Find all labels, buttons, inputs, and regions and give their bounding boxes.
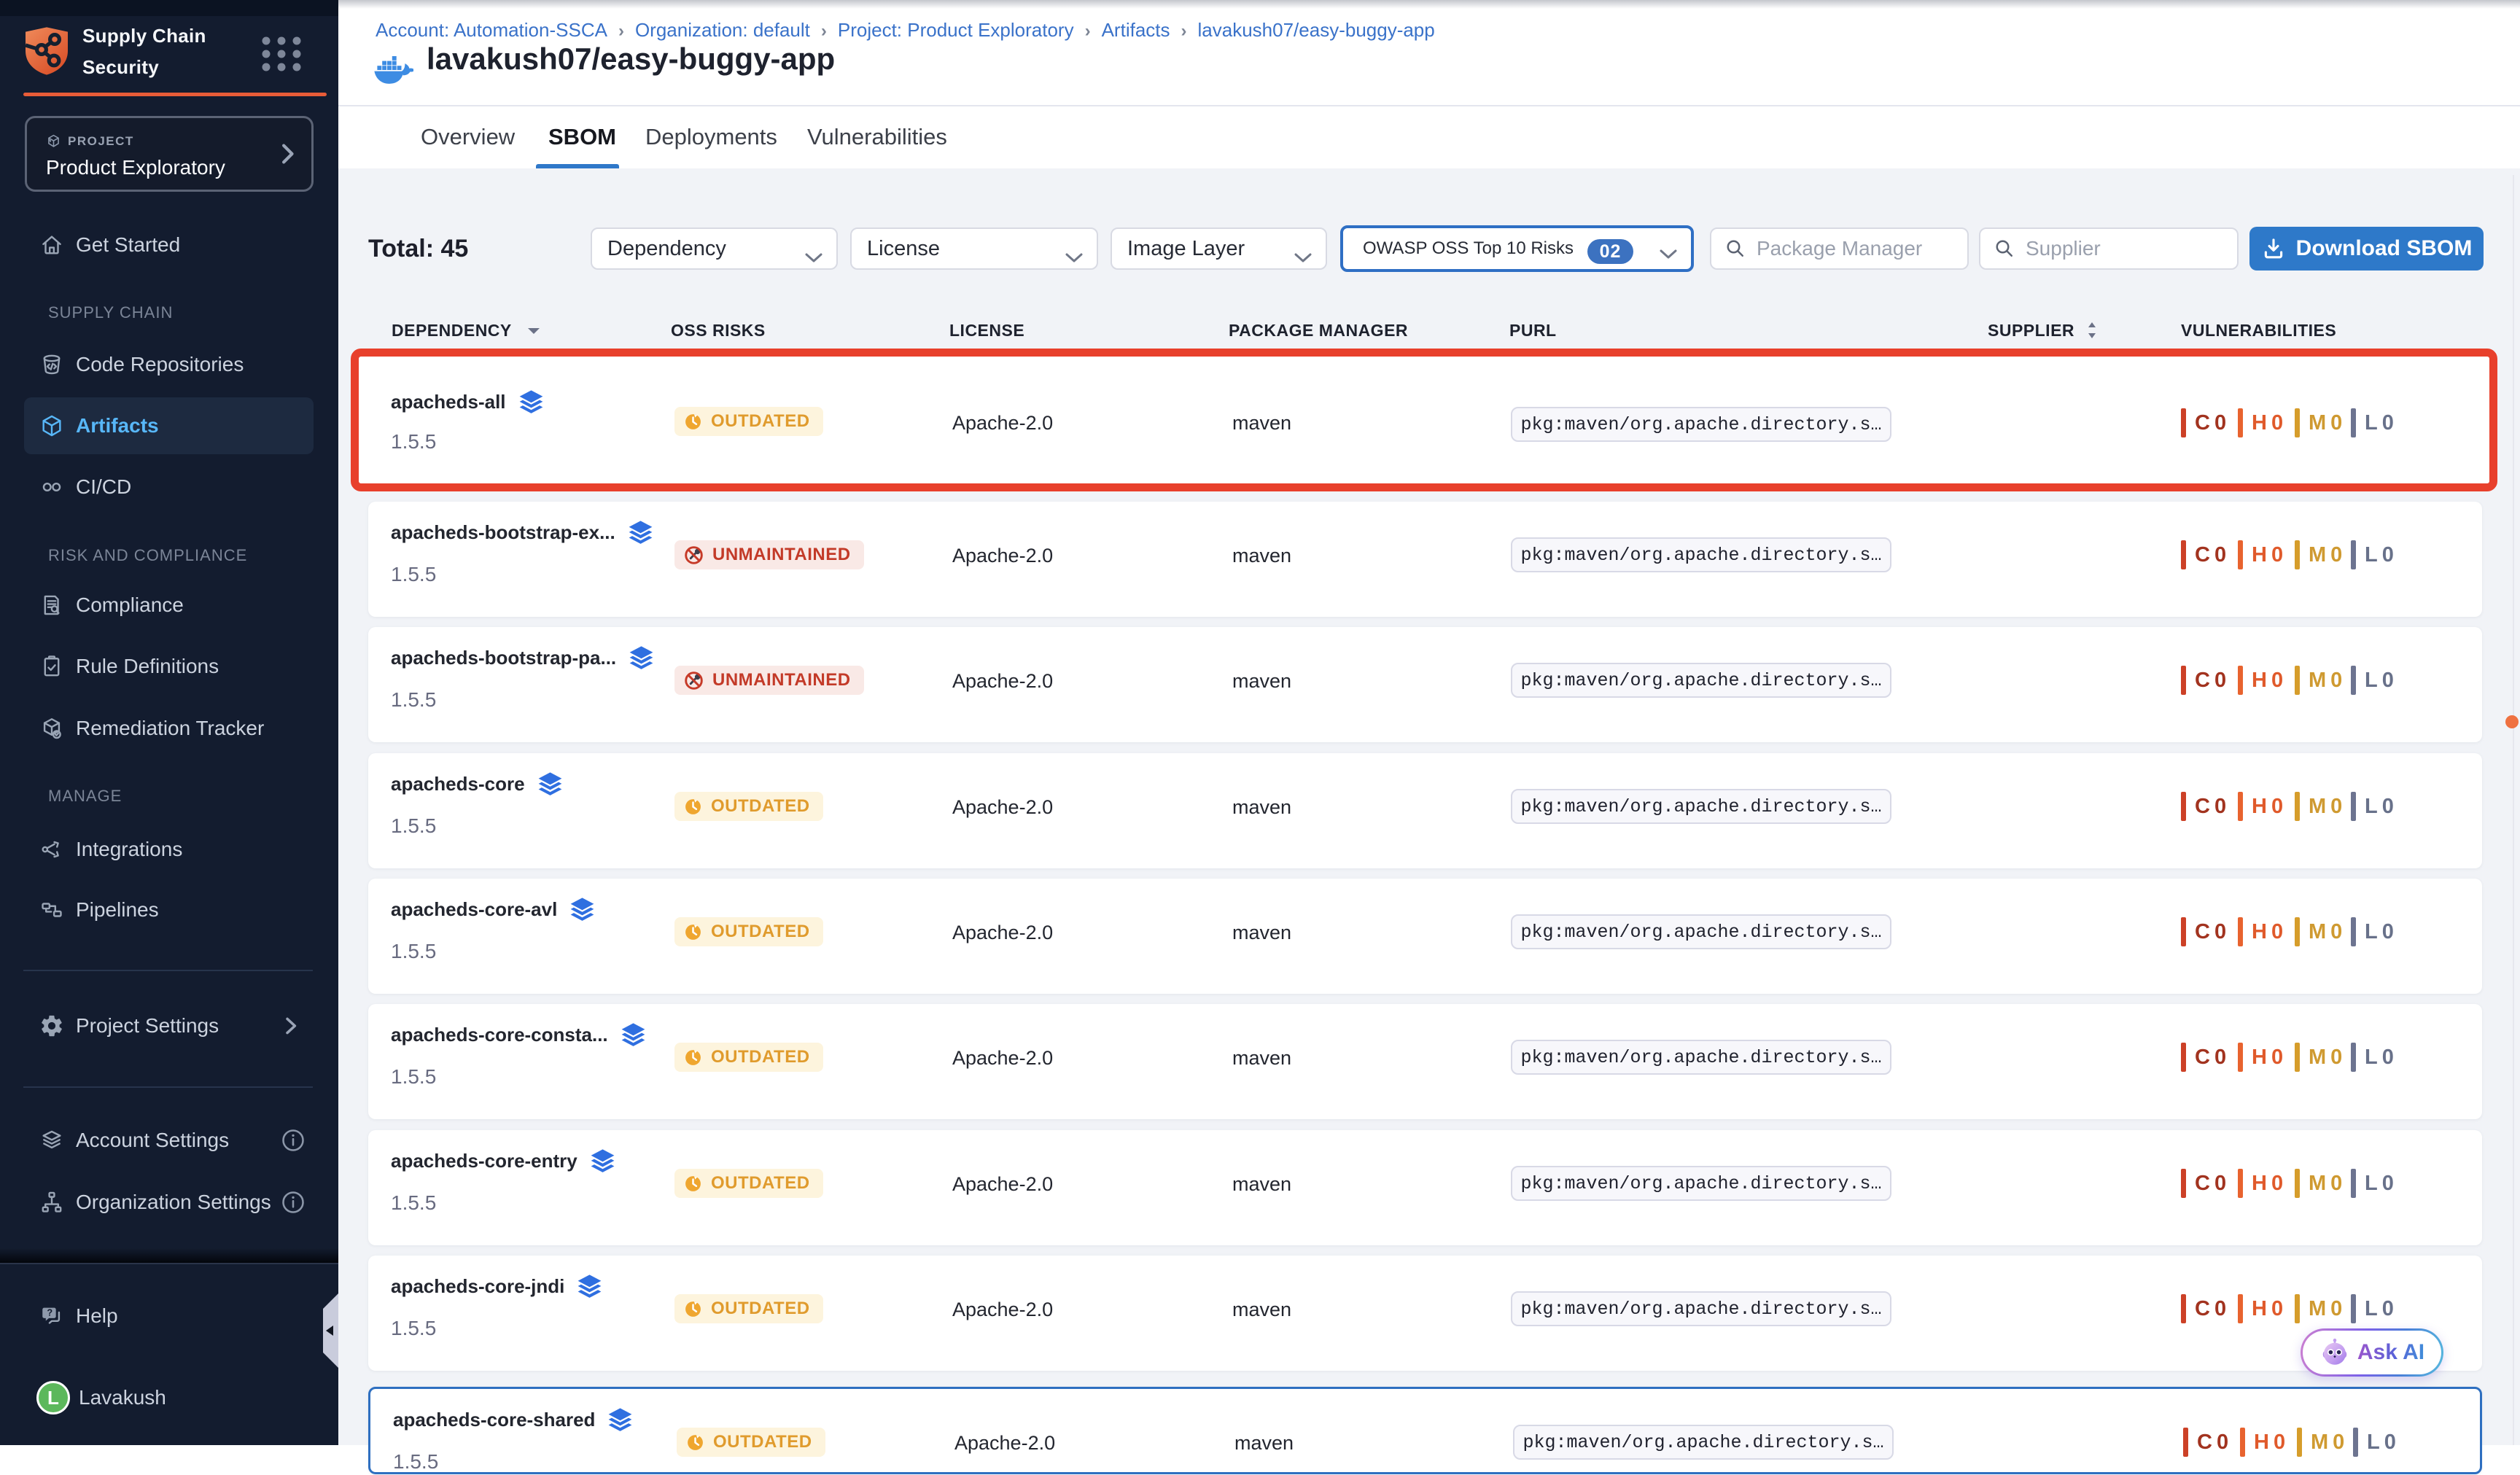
- svg-text:?: ?: [47, 1307, 52, 1318]
